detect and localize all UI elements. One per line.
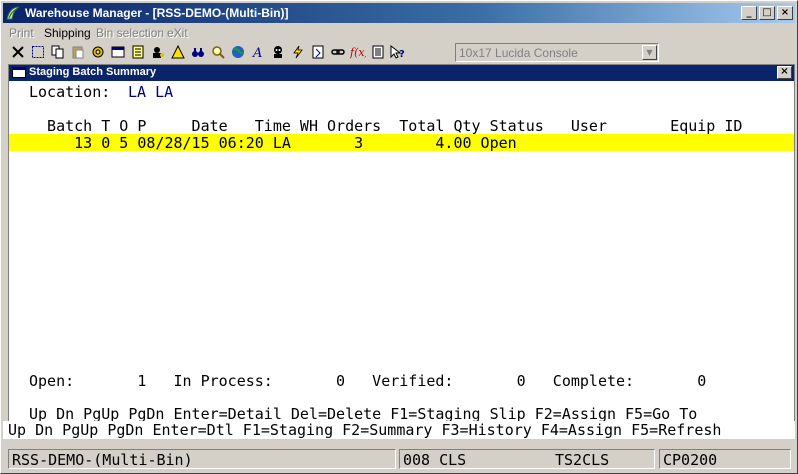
paste-icon[interactable] <box>69 43 87 61</box>
totals-line: Open: 1 In Process: 0 Verified: 0 Comple… <box>29 372 707 390</box>
status-bar: RSS-DEMO-(Multi-Bin) 008 CLS TS2CLS CP02… <box>3 449 795 469</box>
font-icon[interactable]: A <box>249 43 267 61</box>
location-label: Location: <box>29 83 111 101</box>
function-icon[interactable]: f(x) <box>349 43 367 61</box>
minimize-button[interactable]: _ <box>741 6 757 20</box>
font-select[interactable]: 10x17 Lucida Console ▼ <box>455 43 659 62</box>
svg-text:f(x): f(x) <box>350 46 366 59</box>
status-code: CP0200 <box>659 449 791 469</box>
status-company-text: RSS-DEMO-(Multi-Bin) <box>12 451 193 469</box>
close-x-icon[interactable] <box>9 43 27 61</box>
app-window: Warehouse Manager - [RSS-DEMO-(Multi-Bin… <box>0 0 798 474</box>
copy-icon[interactable] <box>49 43 67 61</box>
globe-icon[interactable] <box>229 43 247 61</box>
window-icon <box>12 67 26 78</box>
child-close-button[interactable]: × <box>777 66 792 79</box>
user-lookup-icon[interactable] <box>149 43 167 61</box>
script-icon[interactable] <box>309 43 327 61</box>
settings-icon[interactable] <box>89 43 107 61</box>
status-session: 008 CLS TS2CLS <box>399 449 655 469</box>
table-row[interactable]: 13 0 5 08/28/15 06:20 LA 3 4.00 Open <box>9 134 794 152</box>
function-key-bar: Up Dn PgUp PgDn Enter=Dtl F1=Staging F2=… <box>3 421 795 439</box>
location-value: LA LA <box>128 83 174 101</box>
menu-print[interactable]: Print <box>9 26 34 40</box>
maximize-button[interactable]: □ <box>759 6 775 20</box>
menu-bar: Print Shipping Bin selection eXit <box>3 24 795 42</box>
status-user-text: TS2CLS <box>555 451 610 469</box>
status-session-text: 008 CLS <box>403 451 467 469</box>
link-icon[interactable] <box>329 43 347 61</box>
staging-batch-summary-window: Staging Batch Summary × Location: LA LA … <box>8 64 795 425</box>
select-icon[interactable] <box>29 43 47 61</box>
agent-icon[interactable] <box>269 43 287 61</box>
close-button[interactable]: × <box>777 6 793 20</box>
binoculars-icon[interactable] <box>189 43 207 61</box>
properties-icon[interactable] <box>109 43 127 61</box>
lightning-icon[interactable] <box>289 43 307 61</box>
chevron-down-icon[interactable]: ▼ <box>642 45 657 60</box>
svg-text:?: ? <box>399 49 405 59</box>
list-icon[interactable] <box>369 43 387 61</box>
table-row-text: 13 0 5 08/28/15 06:20 LA 3 4.00 Open <box>29 134 517 152</box>
alert-icon[interactable] <box>169 43 187 61</box>
child-title-bar[interactable]: Staging Batch Summary × <box>9 65 794 81</box>
title-bar[interactable]: Warehouse Manager - [RSS-DEMO-(Multi-Bin… <box>3 3 795 23</box>
function-key-text: Up Dn PgUp PgDn Enter=Dtl F1=Staging F2=… <box>8 421 722 439</box>
toolbar: A f(x) ? 10x17 Lucida Console ▼ <box>3 41 795 63</box>
svg-text:A: A <box>252 46 262 59</box>
menu-shipping[interactable]: Shipping <box>44 26 91 40</box>
status-company: RSS-DEMO-(Multi-Bin) <box>8 449 396 469</box>
menu-bin-selection[interactable]: Bin selection <box>96 26 164 40</box>
help-pointer-icon[interactable]: ? <box>389 43 407 61</box>
font-select-value: 10x17 Lucida Console <box>459 46 578 60</box>
child-window-title: Staging Batch Summary <box>29 66 157 78</box>
window-title: Warehouse Manager - [RSS-DEMO-(Multi-Bin… <box>25 6 289 20</box>
search-icon[interactable] <box>209 43 227 61</box>
notes-icon[interactable] <box>129 43 147 61</box>
status-code-text: CP0200 <box>663 451 718 469</box>
menu-exit[interactable]: eXit <box>167 26 188 40</box>
table-header: Batch T O P Date Time WH Orders Total Qt… <box>29 117 743 135</box>
app-icon <box>6 6 20 20</box>
